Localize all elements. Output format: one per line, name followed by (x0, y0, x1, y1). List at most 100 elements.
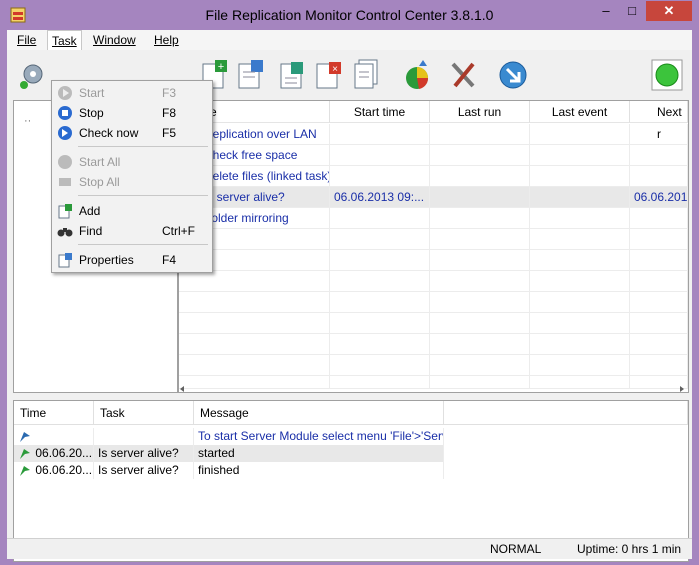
task-last-run (430, 145, 530, 166)
task-name: Delete files (linked task) (200, 166, 330, 187)
task-menu-dropdown: Start F3 Stop F8 Check now F5 Start All … (51, 80, 213, 273)
log-col-task-header[interactable]: Task (94, 401, 194, 425)
delete-task-icon[interactable]: × (313, 58, 345, 92)
log-task: Is server alive? (94, 462, 194, 479)
task-start-time (330, 145, 430, 166)
col-start-time-header[interactable]: Start time (330, 101, 430, 123)
menu-item-stop-all[interactable]: Stop All (52, 172, 212, 192)
menu-item-shortcut: F3 (162, 86, 177, 100)
menu-item-label: Stop (79, 106, 104, 120)
minimize-button[interactable]: – (594, 1, 618, 21)
menu-window-label: Window (93, 33, 136, 47)
task-row-selected[interactable]: Is server alive? 06.06.2013 09:... 06.06… (179, 187, 688, 208)
task-last-event (530, 166, 630, 187)
grid-fill (630, 229, 688, 389)
go-arrow-icon[interactable] (497, 58, 529, 92)
col-last-event-header[interactable]: Last event (530, 101, 630, 123)
svg-text:+: + (218, 61, 224, 73)
maximize-button[interactable]: □ (620, 1, 644, 21)
task-name: Check free space (200, 145, 330, 166)
task-next-run (630, 124, 688, 145)
task-row[interactable]: Check free space (179, 145, 688, 166)
status-indicator-icon (651, 59, 683, 91)
task-row[interactable]: Folder mirroring (179, 208, 688, 229)
menu-task-label: Task (52, 34, 77, 48)
menu-help-label: Help (154, 33, 179, 47)
menu-separator (78, 146, 208, 147)
add-icon (58, 204, 72, 219)
menu-item-add[interactable]: Add (52, 201, 212, 221)
task-next-run: 06.06.201 (630, 187, 688, 208)
stop-icon (58, 106, 72, 120)
task-row[interactable]: Replication over LAN (179, 124, 688, 145)
title-bar: File Replication Monitor Control Center … (0, 0, 699, 30)
menu-window[interactable]: Window (89, 30, 140, 50)
menu-item-stop[interactable]: Stop F8 (52, 103, 212, 123)
server-settings-icon[interactable] (17, 58, 49, 92)
log-message: To start Server Module select menu 'File… (194, 428, 444, 445)
task-start-time (330, 124, 430, 145)
menu-item-label: Stop All (79, 175, 120, 189)
task-list[interactable]: me Start time Last run Last event Next r… (178, 100, 689, 393)
menu-item-label: Properties (79, 253, 134, 267)
task-last-event (530, 187, 630, 208)
menu-file[interactable]: File (13, 30, 40, 50)
task-start-time (330, 166, 430, 187)
task-row[interactable]: Delete files (linked task) (179, 166, 688, 187)
status-uptime: Uptime: 0 hrs 1 min (577, 542, 682, 556)
menu-item-start-all[interactable]: Start All (52, 152, 212, 172)
statistics-icon[interactable] (401, 58, 433, 92)
col-last-run-header[interactable]: Last run (430, 101, 530, 123)
menu-item-find[interactable]: Find Ctrl+F (52, 221, 212, 241)
task-last-event (530, 124, 630, 145)
grid-fill (330, 229, 430, 389)
menu-item-label: Check now (79, 126, 139, 140)
stop-all-icon (59, 178, 71, 186)
status-bar: NORMAL Uptime: 0 hrs 1 min (7, 538, 692, 559)
log-message: finished (194, 462, 444, 479)
log-col-time-header[interactable]: Time (14, 401, 94, 425)
menu-item-shortcut: Ctrl+F (162, 224, 195, 238)
check-now-icon (58, 126, 72, 140)
copy-task-icon[interactable] (275, 58, 307, 92)
menu-help[interactable]: Help (150, 30, 183, 50)
log-col-message-header[interactable]: Message (194, 401, 444, 425)
task-name: Is server alive? (200, 187, 330, 208)
log-row[interactable]: 06.06.20... Is server alive? finished (14, 462, 688, 479)
flag-icon (20, 431, 30, 442)
col-next-header[interactable]: Next r (630, 101, 688, 141)
menu-file-label: File (17, 33, 37, 47)
grid-fill (530, 229, 630, 389)
client-area: File Task Window Help + × ·· Start time … (7, 30, 692, 562)
task-start-time: 06.06.2013 09:... (330, 187, 430, 208)
menu-item-properties[interactable]: Properties F4 (52, 250, 212, 270)
log-time: 06.06.20... (14, 462, 94, 479)
log-row[interactable]: 06.06.20... Is server alive? started (14, 445, 688, 462)
task-next-run (630, 208, 688, 229)
task-list-empty-area (179, 229, 688, 389)
log-time-text: 06.06.20... (35, 446, 93, 460)
menu-item-start[interactable]: Start F3 (52, 83, 212, 103)
task-last-event (530, 145, 630, 166)
task-next-run (630, 145, 688, 166)
task-name: Replication over LAN (200, 124, 330, 145)
task-list-icon[interactable] (351, 58, 383, 92)
menu-task[interactable]: Task (47, 30, 82, 51)
menu-item-label: Start (79, 86, 105, 100)
log-time (14, 428, 94, 445)
status-mode: NORMAL (490, 542, 542, 556)
flag-icon (20, 465, 30, 476)
task-properties-icon[interactable] (235, 58, 267, 92)
log-time: 06.06.20... (14, 445, 94, 462)
close-button[interactable]: ✕ (646, 1, 692, 21)
menu-item-check-now[interactable]: Check now F5 (52, 123, 212, 143)
menu-bar: File Task Window Help (7, 30, 692, 51)
tools-icon[interactable] (447, 58, 479, 92)
task-last-run (430, 124, 530, 145)
log-row[interactable]: To start Server Module select menu 'File… (14, 428, 688, 445)
task-list-hscroll[interactable] (178, 385, 687, 393)
menu-separator (78, 244, 208, 245)
app-window: File Replication Monitor Control Center … (0, 0, 699, 565)
task-start-time (330, 208, 430, 229)
start-all-icon (58, 155, 72, 169)
